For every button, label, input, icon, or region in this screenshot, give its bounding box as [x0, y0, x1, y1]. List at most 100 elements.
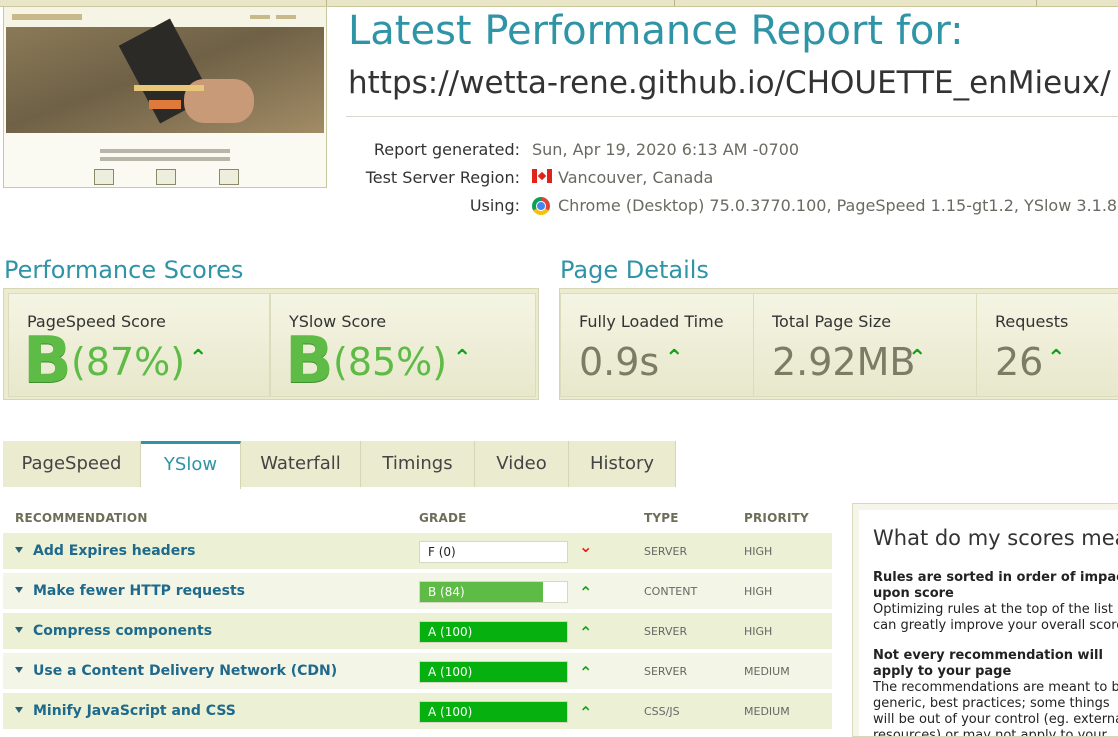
tab-waterfall[interactable]: Waterfall — [241, 441, 361, 487]
up-arrow-icon: ⌃ — [1047, 346, 1066, 371]
pagespeed-percent: (87%) — [71, 340, 186, 384]
type-value: CSS/JS — [644, 705, 680, 718]
using-value: Chrome (Desktop) 75.0.3770.100, PageSpee… — [558, 196, 1118, 215]
requests-label: Requests — [995, 312, 1069, 331]
requests-cell: Requests 26 ⌃ — [976, 293, 1118, 397]
yslow-score-cell[interactable]: YSlow Score B (85%) ⌃ — [270, 293, 536, 397]
table-row[interactable]: Compress components A (100) ⌃ SERVER HIGH — [3, 613, 832, 649]
table-row[interactable]: Minify JavaScript and CSS A (100) ⌃ CSS/JS M… — [3, 693, 832, 729]
thumbnail-text-line — [100, 149, 230, 153]
header-type: TYPE — [644, 511, 679, 525]
tab-history[interactable]: History — [569, 441, 676, 487]
tab-timings[interactable]: Timings — [361, 441, 475, 487]
up-arrow-icon: ⌃ — [579, 623, 593, 642]
help-panel-title: What do my scores mean — [873, 526, 1118, 550]
up-arrow-icon: ⌃ — [908, 346, 927, 371]
tab-yslow[interactable]: YSlow — [141, 441, 241, 489]
grade-value: A (100) — [428, 705, 473, 719]
up-arrow-icon: ⌃ — [189, 346, 208, 371]
help-paragraph: The recommendations are meant to be gene… — [873, 680, 1118, 737]
grade-bar: A (100) — [419, 661, 568, 683]
caret-down-icon[interactable] — [15, 707, 23, 713]
yslow-grade: B — [285, 324, 334, 398]
type-value: SERVER — [644, 665, 688, 678]
chrome-icon — [532, 197, 550, 215]
table-row[interactable]: Use a Content Delivery Network (CDN) A (1… — [3, 653, 832, 689]
up-arrow-icon: ⌃ — [665, 346, 684, 371]
canada-flag-icon — [532, 169, 552, 183]
pagespeed-grade: B — [23, 324, 72, 398]
page-size-label: Total Page Size — [772, 312, 892, 331]
priority-value: MEDIUM — [744, 665, 790, 678]
browser-tab[interactable] — [1036, 0, 1037, 6]
grade-value: A (100) — [428, 665, 473, 679]
report-generated-label: Report generated: — [373, 140, 520, 159]
caret-down-icon[interactable] — [15, 587, 23, 593]
grade-bar: A (100) — [419, 701, 568, 723]
caret-down-icon[interactable] — [15, 667, 23, 673]
grade-bar: F (0) — [419, 541, 568, 563]
title-divider — [346, 116, 1118, 117]
priority-value: HIGH — [744, 585, 773, 598]
table-row[interactable]: Add Expires headers F (0) ⌄ SERVER HIGH — [3, 533, 832, 569]
recommendation-label[interactable]: Use a Content Delivery Network (CDN) — [33, 663, 337, 679]
fully-loaded-cell: Fully Loaded Time 0.9s ⌃ — [560, 293, 754, 397]
table-row[interactable]: Make fewer HTTP requests B (84) ⌃ CONTENT HI… — [3, 573, 832, 609]
recommendation-label[interactable]: Minify JavaScript and CSS — [33, 703, 236, 719]
performance-scores-box: PageSpeed Score B (87%) ⌃ YSlow Score B … — [3, 288, 539, 400]
down-arrow-icon: ⌄ — [579, 537, 593, 556]
type-value: SERVER — [644, 545, 688, 558]
thumbnail-icon — [156, 169, 176, 185]
type-value: SERVER — [644, 625, 688, 638]
recommendation-label[interactable]: Make fewer HTTP requests — [33, 583, 245, 599]
recommendation-label[interactable]: Compress components — [33, 623, 212, 639]
grade-value: F (0) — [428, 545, 456, 559]
report-url[interactable]: https://wetta-rene.github.io/CHOUETTE_en… — [348, 60, 1111, 106]
up-arrow-icon: ⌃ — [453, 346, 472, 371]
tab-video[interactable]: Video — [475, 441, 569, 487]
priority-value: MEDIUM — [744, 705, 790, 718]
help-paragraph: Optimizing rules at the top of the list … — [873, 602, 1118, 633]
tab-pagespeed[interactable]: PageSpeed — [3, 441, 141, 487]
grade-bar: B (84) — [419, 581, 568, 603]
fully-loaded-label: Fully Loaded Time — [579, 312, 724, 331]
header-grade: GRADE — [419, 511, 467, 525]
thumbnail-nav-item — [250, 15, 270, 19]
requests-value: 26 — [995, 340, 1044, 384]
grade-value: B (84) — [428, 585, 465, 599]
help-heading: Rules are sorted in order of impact upon… — [873, 570, 1118, 601]
report-generated-value: Sun, Apr 19, 2020 6:13 AM -0700 — [532, 140, 800, 159]
scores-help-panel: What do my scores mean Rules are sorted … — [852, 503, 1118, 737]
region-label: Test Server Region: — [365, 168, 520, 187]
yslow-percent: (85%) — [333, 340, 448, 384]
thumbnail-text-line — [100, 157, 230, 161]
site-screenshot-thumbnail[interactable] — [3, 6, 327, 188]
thumbnail-nav-item — [276, 15, 296, 19]
caret-down-icon[interactable] — [15, 627, 23, 633]
page-size-cell: Total Page Size 2.92MB ⌃ — [753, 293, 977, 397]
priority-value: HIGH — [744, 545, 773, 558]
up-arrow-icon: ⌃ — [579, 703, 593, 722]
help-heading: Not every recommendation will apply to y… — [873, 648, 1103, 679]
thumbnail-icon — [219, 169, 239, 185]
caret-down-icon[interactable] — [15, 547, 23, 553]
pagespeed-score-cell[interactable]: PageSpeed Score B (87%) ⌃ — [8, 293, 270, 397]
header-recommendation: RECOMMENDATION — [15, 511, 148, 525]
using-label: Using: — [469, 196, 520, 215]
up-arrow-icon: ⌃ — [579, 583, 593, 602]
page-details-box: Fully Loaded Time 0.9s ⌃ Total Page Size… — [559, 288, 1118, 400]
report-title: Latest Performance Report for: — [348, 8, 964, 54]
grade-value: A (100) — [428, 625, 473, 639]
type-value: CONTENT — [644, 585, 698, 598]
header-priority: PRIORITY — [744, 511, 809, 525]
grade-bar: A (100) — [419, 621, 568, 643]
thumbnail-hero-image — [6, 18, 324, 133]
up-arrow-icon: ⌃ — [579, 663, 593, 682]
page-details-title: Page Details — [560, 256, 709, 284]
thumbnail-icon — [94, 169, 114, 185]
region-value: Vancouver, Canada — [558, 168, 714, 187]
recommendation-label[interactable]: Add Expires headers — [33, 543, 195, 559]
performance-scores-title: Performance Scores — [4, 256, 244, 284]
thumbnail-logo — [12, 14, 82, 20]
page-size-value: 2.92MB — [772, 340, 916, 384]
